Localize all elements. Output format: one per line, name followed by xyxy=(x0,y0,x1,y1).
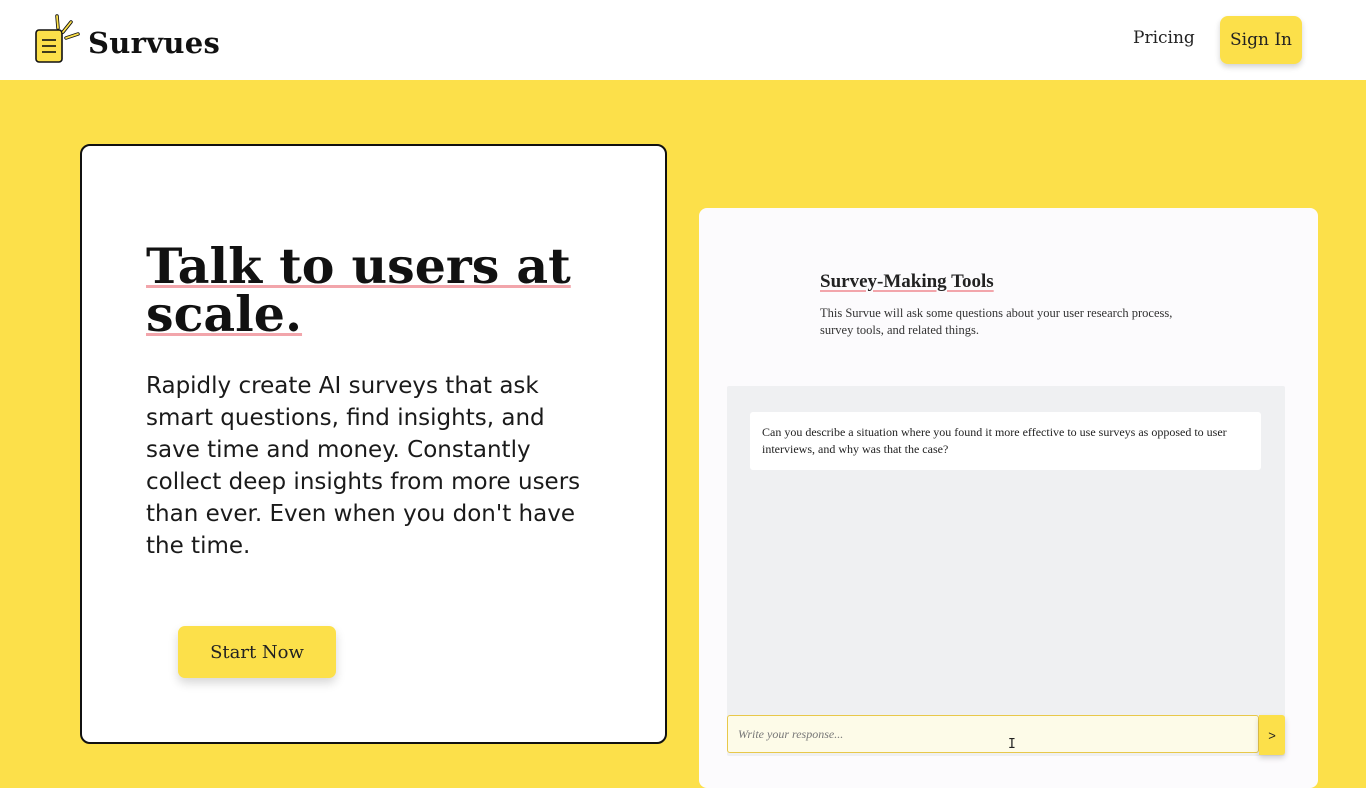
start-now-button[interactable]: Start Now xyxy=(178,626,336,678)
survey-preview-panel: Survey-Making Tools This Survue will ask… xyxy=(699,208,1318,788)
logo[interactable] xyxy=(34,14,82,66)
notepad-with-sparkle-icon xyxy=(34,14,82,66)
brand-name[interactable]: Survues xyxy=(88,26,220,60)
hero-title: Talk to users at scale. xyxy=(146,242,606,339)
send-button[interactable]: > xyxy=(1259,715,1285,755)
hero-title-line2: scale. xyxy=(146,285,303,343)
hero-card: Talk to users at scale. Rapidly create A… xyxy=(80,144,667,744)
survey-description: This Survue will ask some questions abou… xyxy=(820,306,1173,337)
nav-pricing-link[interactable]: Pricing xyxy=(1133,28,1195,48)
hero-description: Rapidly create AI surveys that ask smart… xyxy=(146,373,581,559)
sign-in-button[interactable]: Sign In xyxy=(1220,16,1302,64)
survey-title: Survey-Making Tools xyxy=(820,271,994,292)
question-bubble: Can you describe a situation where you f… xyxy=(750,412,1261,470)
response-input[interactable] xyxy=(727,715,1259,753)
top-header: Survues Pricing Sign In xyxy=(0,0,1366,80)
chat-area: Can you describe a situation where you f… xyxy=(727,386,1285,756)
text-cursor-icon: I xyxy=(1008,737,1016,752)
